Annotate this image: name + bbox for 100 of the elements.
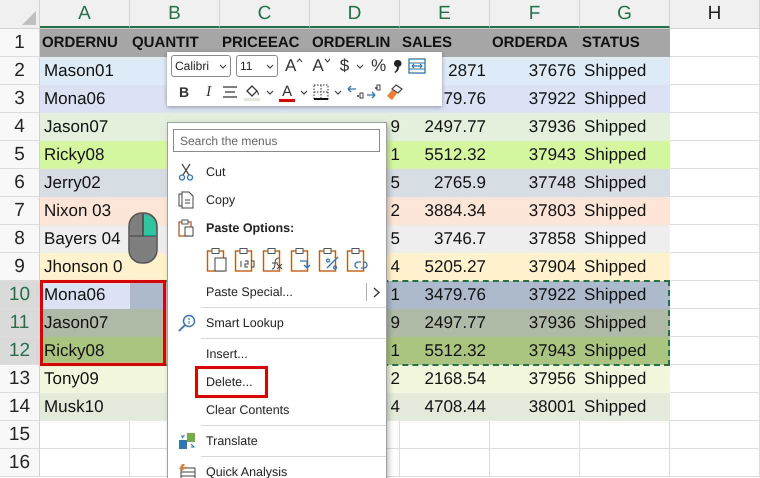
table-cell: 5512.32 [424, 341, 486, 360]
font-dropdown[interactable]: Calibri [171, 55, 231, 77]
table-cell: 1 [390, 341, 400, 360]
menu-item[interactable]: Cut [206, 165, 226, 179]
format-painter-icon[interactable] [386, 83, 404, 101]
row-header[interactable]: 2 [0, 57, 40, 85]
table-cell: 38001 [528, 397, 576, 416]
fill-bucket-icon[interactable] [243, 83, 262, 101]
menu-item[interactable]: Translate [206, 434, 258, 448]
table-cell: 37936 [528, 313, 576, 332]
menu-item[interactable]: Delete... [198, 369, 265, 395]
table-cell: 2497.77 [424, 313, 486, 332]
table-cell: 1 [390, 145, 400, 164]
row-header[interactable]: 6 [0, 169, 40, 197]
caret-icon[interactable] [266, 64, 274, 68]
comma-style-icon[interactable] [393, 58, 404, 74]
row-header[interactable]: 3 [0, 85, 40, 113]
borders-icon[interactable] [313, 84, 330, 100]
row-header[interactable]: 5 [0, 141, 40, 169]
table-cell: Musk10 [44, 397, 104, 416]
caret-icon[interactable] [334, 90, 342, 94]
table-cell: Shipped [584, 117, 646, 136]
row-header[interactable]: 13 [0, 365, 40, 393]
shrink-font-button[interactable]: A [310, 55, 333, 77]
table-cell: 37956 [528, 369, 576, 388]
menu-heading: Paste Options: [206, 221, 294, 235]
format-button[interactable]: % [369, 55, 388, 77]
italic-button[interactable]: I [200, 81, 218, 103]
table-cell: 37803 [528, 201, 576, 220]
bold-button[interactable]: B [171, 81, 196, 103]
paste-option-icon[interactable] [206, 247, 228, 273]
row-header[interactable]: 10 [0, 281, 40, 309]
column-header[interactable]: H [670, 0, 760, 28]
caret-icon[interactable] [356, 64, 364, 68]
menu-item[interactable]: Clear Contents [206, 403, 290, 417]
row-header[interactable]: 11 [0, 309, 40, 337]
paste-option-icon[interactable] [346, 247, 368, 273]
table-cell: 4 [390, 257, 400, 276]
row-header[interactable]: 4 [0, 113, 40, 141]
table-cell: Shipped [584, 397, 646, 416]
table-cell: Tony09 [44, 369, 99, 388]
table-cell: Shipped [584, 173, 646, 192]
caret-icon[interactable] [219, 64, 227, 68]
chevron-right-icon[interactable] [373, 286, 380, 298]
table-cell: 5512.32 [424, 145, 486, 164]
table-cell: 37904 [528, 257, 576, 276]
paste-option-icon[interactable] [290, 247, 312, 273]
table-cell: Jason07 [44, 117, 108, 136]
table-cell: Ricky08 [44, 145, 104, 164]
caret-up-icon [296, 58, 304, 63]
table-cell: 37676 [528, 61, 576, 80]
paste-option-icon[interactable] [234, 247, 256, 273]
row-header[interactable]: 14 [0, 393, 40, 421]
caret-icon[interactable] [300, 90, 308, 94]
table-cell: Shipped [584, 285, 646, 304]
font-color-button[interactable]: A [279, 82, 296, 102]
decimal-places-icon[interactable] [347, 84, 382, 100]
table-cell: 2765.9 [434, 173, 486, 192]
wrap-text-icon[interactable] [408, 58, 426, 74]
table-cell: 37858 [528, 229, 576, 248]
table-cell: Shipped [584, 313, 646, 332]
format-button[interactable]: $ [338, 55, 352, 77]
menu-item[interactable]: Insert... [206, 347, 248, 361]
table-cell: 1 [390, 285, 400, 304]
grow-font-button[interactable]: A [283, 55, 306, 77]
mouse-icon [128, 212, 158, 264]
caret-icon[interactable] [266, 90, 274, 94]
table-cell: 4 [390, 397, 400, 416]
table-cell: 37922 [528, 89, 576, 108]
row-header[interactable]: 1 [0, 29, 40, 57]
table-cell: 3884.34 [424, 201, 486, 220]
caret-down-icon [324, 58, 331, 63]
table-cell: Jerry02 [44, 173, 101, 192]
table-cell: 5 [390, 229, 400, 248]
clipboard-icon [178, 219, 194, 237]
table-cell: 37936 [528, 117, 576, 136]
row-header[interactable]: 8 [0, 225, 40, 253]
align-center-icon[interactable] [222, 85, 238, 99]
menu-item[interactable]: Smart Lookup [206, 316, 284, 330]
row-header[interactable]: 9 [0, 253, 40, 281]
row-header[interactable]: 16 [0, 449, 40, 477]
table-cell: Shipped [584, 61, 646, 80]
table-cell: 2497.77 [424, 117, 486, 136]
row-header[interactable]: 7 [0, 197, 40, 225]
table-cell: ORDERNU [42, 34, 118, 51]
paste-option-icon[interactable] [262, 247, 284, 273]
table-cell: SALES [402, 34, 452, 51]
search-field[interactable]: Search the menus [173, 129, 380, 152]
table-cell: Jhonson 0 [44, 257, 122, 276]
menu-item[interactable]: Copy [206, 193, 236, 207]
font-dropdown[interactable]: 11 [236, 55, 278, 77]
table-cell: 3479.76 [424, 285, 486, 304]
paste-option-icon[interactable] [318, 247, 340, 273]
table-cell: Shipped [584, 369, 646, 388]
scissors-icon [178, 163, 194, 181]
row-header[interactable]: 15 [0, 421, 40, 449]
menu-item[interactable]: Paste Special... [206, 285, 293, 299]
table-cell: Mona06 [44, 89, 106, 108]
row-header[interactable]: 12 [0, 337, 40, 365]
table-cell: Mona06 [44, 285, 106, 304]
